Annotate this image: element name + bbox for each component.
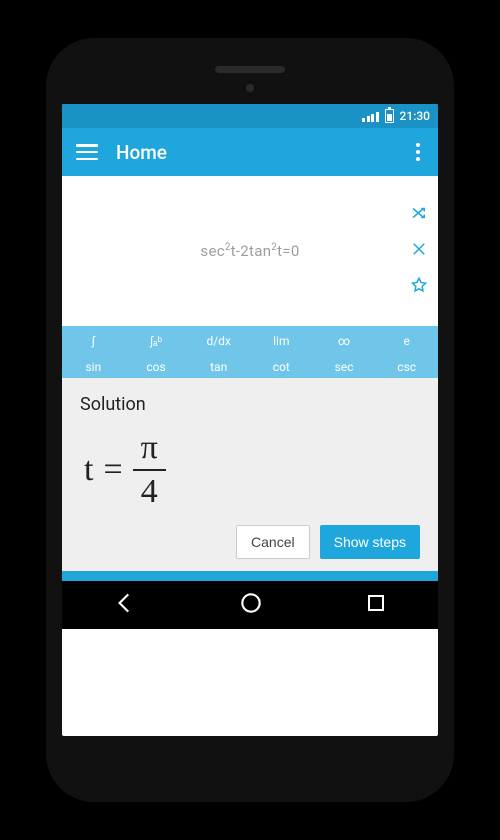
kbd-key-csc[interactable]: csc (375, 356, 438, 378)
nav-recent-icon[interactable] (364, 591, 388, 619)
kbd-key-sin[interactable]: sin (62, 356, 125, 378)
menu-icon[interactable] (76, 144, 98, 160)
show-steps-button[interactable]: Show steps (320, 525, 420, 559)
cancel-button[interactable]: Cancel (236, 525, 310, 559)
device-frame: 21:30 Home sec2t-2tan2t=0 (46, 38, 454, 802)
page-title: Home (116, 141, 408, 164)
signal-icon (362, 110, 379, 122)
star-icon[interactable] (410, 276, 428, 298)
screen: 21:30 Home sec2t-2tan2t=0 (62, 104, 438, 736)
kbd-key-e[interactable]: e (375, 326, 438, 356)
solution-heading: Solution (80, 394, 420, 415)
nav-back-icon[interactable] (112, 590, 138, 620)
kbd-key-infinity[interactable]: ∞ (313, 326, 376, 356)
solution-equation: t = π 4 (80, 427, 420, 521)
expression-text: sec2t-2tan2t=0 (200, 242, 299, 260)
bottom-accent (62, 571, 438, 581)
kbd-key-integral[interactable]: ∫ (62, 326, 125, 356)
solution-numerator: π (133, 431, 166, 469)
solution-panel: Solution t = π 4 Cancel Show steps (62, 378, 438, 571)
kbd-key-def-integral[interactable]: ∫ₐᵇ (125, 326, 188, 356)
overflow-icon[interactable] (408, 143, 428, 161)
earpiece (215, 66, 285, 73)
kbd-key-cos[interactable]: cos (125, 356, 188, 378)
kbd-key-lim[interactable]: lim (250, 326, 313, 356)
status-bar: 21:30 (62, 104, 438, 128)
math-keyboard: ∫ ∫ₐᵇ d/dx lim ∞ e sin cos tan cot sec c… (62, 326, 438, 378)
sensor-dot (246, 84, 254, 92)
kbd-key-cot[interactable]: cot (250, 356, 313, 378)
kbd-key-sec[interactable]: sec (313, 356, 376, 378)
clear-icon[interactable] (410, 240, 428, 262)
status-time: 21:30 (400, 109, 430, 123)
app-bar: Home (62, 128, 438, 176)
expression-area[interactable]: sec2t-2tan2t=0 (62, 176, 438, 326)
solution-denominator: 4 (133, 471, 166, 509)
solution-lhs: t (84, 453, 93, 487)
shuffle-icon[interactable] (410, 204, 428, 226)
kbd-key-ddx[interactable]: d/dx (187, 326, 250, 356)
solution-equals: = (103, 453, 122, 487)
kbd-key-tan[interactable]: tan (187, 356, 250, 378)
android-navbar (62, 581, 438, 629)
solution-fraction: π 4 (133, 431, 166, 509)
battery-icon (385, 109, 394, 123)
nav-home-icon[interactable] (238, 590, 264, 620)
